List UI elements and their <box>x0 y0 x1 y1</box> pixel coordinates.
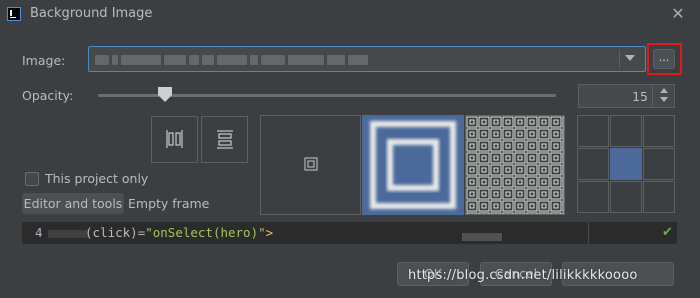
combo-divider <box>619 50 620 68</box>
anchor-top-right[interactable] <box>643 115 675 147</box>
opacity-slider-thumb-tip[interactable] <box>158 95 172 102</box>
code-value: "onSelect(hero)" <box>145 225 266 240</box>
code-indent-blur <box>48 230 88 238</box>
spin-up-icon[interactable] <box>660 88 668 93</box>
anchor-grid[interactable] <box>577 115 677 215</box>
editor-separator <box>588 222 589 244</box>
anchor-bottom-center[interactable] <box>610 181 642 213</box>
intellij-app-icon <box>7 7 21 21</box>
opacity-value[interactable]: 15 <box>632 89 648 104</box>
preview-tile[interactable] <box>465 115 565 215</box>
fill-horizontal-icon <box>166 130 183 148</box>
image-path-combobox[interactable] <box>88 46 646 72</box>
anchor-top-left[interactable] <box>577 115 609 147</box>
scale-placement-icon <box>370 121 456 209</box>
fill-horizontal-button[interactable] <box>151 116 198 163</box>
preview-center[interactable] <box>260 115 361 215</box>
code-attr: (click) <box>85 225 138 240</box>
fill-vertical-icon <box>217 130 233 149</box>
spinner-buttons[interactable] <box>652 84 675 108</box>
close-icon[interactable]: ✕ <box>668 4 688 24</box>
chevron-down-icon[interactable] <box>625 55 635 61</box>
window-title: Background Image <box>30 6 153 21</box>
anchor-center[interactable] <box>610 148 642 180</box>
preview-scale[interactable] <box>362 115 464 215</box>
image-label: Image: <box>22 53 66 68</box>
anchor-middle-right[interactable] <box>643 148 675 180</box>
line-number: 4 <box>35 225 43 240</box>
this-project-only-checkbox[interactable] <box>25 172 39 186</box>
anchor-middle-left[interactable] <box>577 148 609 180</box>
center-placement-icon <box>304 157 318 171</box>
segment-editor-and-tools[interactable]: Editor and tools <box>22 193 124 214</box>
watermark: https://blog.csdn.net/lilikkkkkoooo <box>408 268 638 283</box>
segment-empty-frame[interactable]: Empty frame <box>128 196 209 211</box>
tile-placement-icon <box>466 116 564 214</box>
this-project-only-label[interactable]: This project only <box>45 171 148 186</box>
fill-vertical-button[interactable] <box>201 116 248 163</box>
image-path-blurred <box>95 53 385 65</box>
opacity-label: Opacity: <box>22 88 74 103</box>
code-tag-end: > <box>265 225 274 240</box>
anchor-bottom-right[interactable] <box>643 181 675 213</box>
browse-button[interactable]: ... <box>653 49 675 69</box>
code-scrollbar <box>462 233 502 241</box>
anchor-top-center[interactable] <box>610 115 642 147</box>
check-icon: ✔ <box>662 225 673 240</box>
code-line: (click)="onSelect(hero)"> <box>85 225 273 240</box>
opacity-slider-thumb[interactable] <box>158 87 172 95</box>
code-preview: 4 (click)="onSelect(hero)"> ✔ <box>22 222 677 244</box>
spin-down-icon[interactable] <box>660 97 668 102</box>
anchor-bottom-left[interactable] <box>577 181 609 213</box>
